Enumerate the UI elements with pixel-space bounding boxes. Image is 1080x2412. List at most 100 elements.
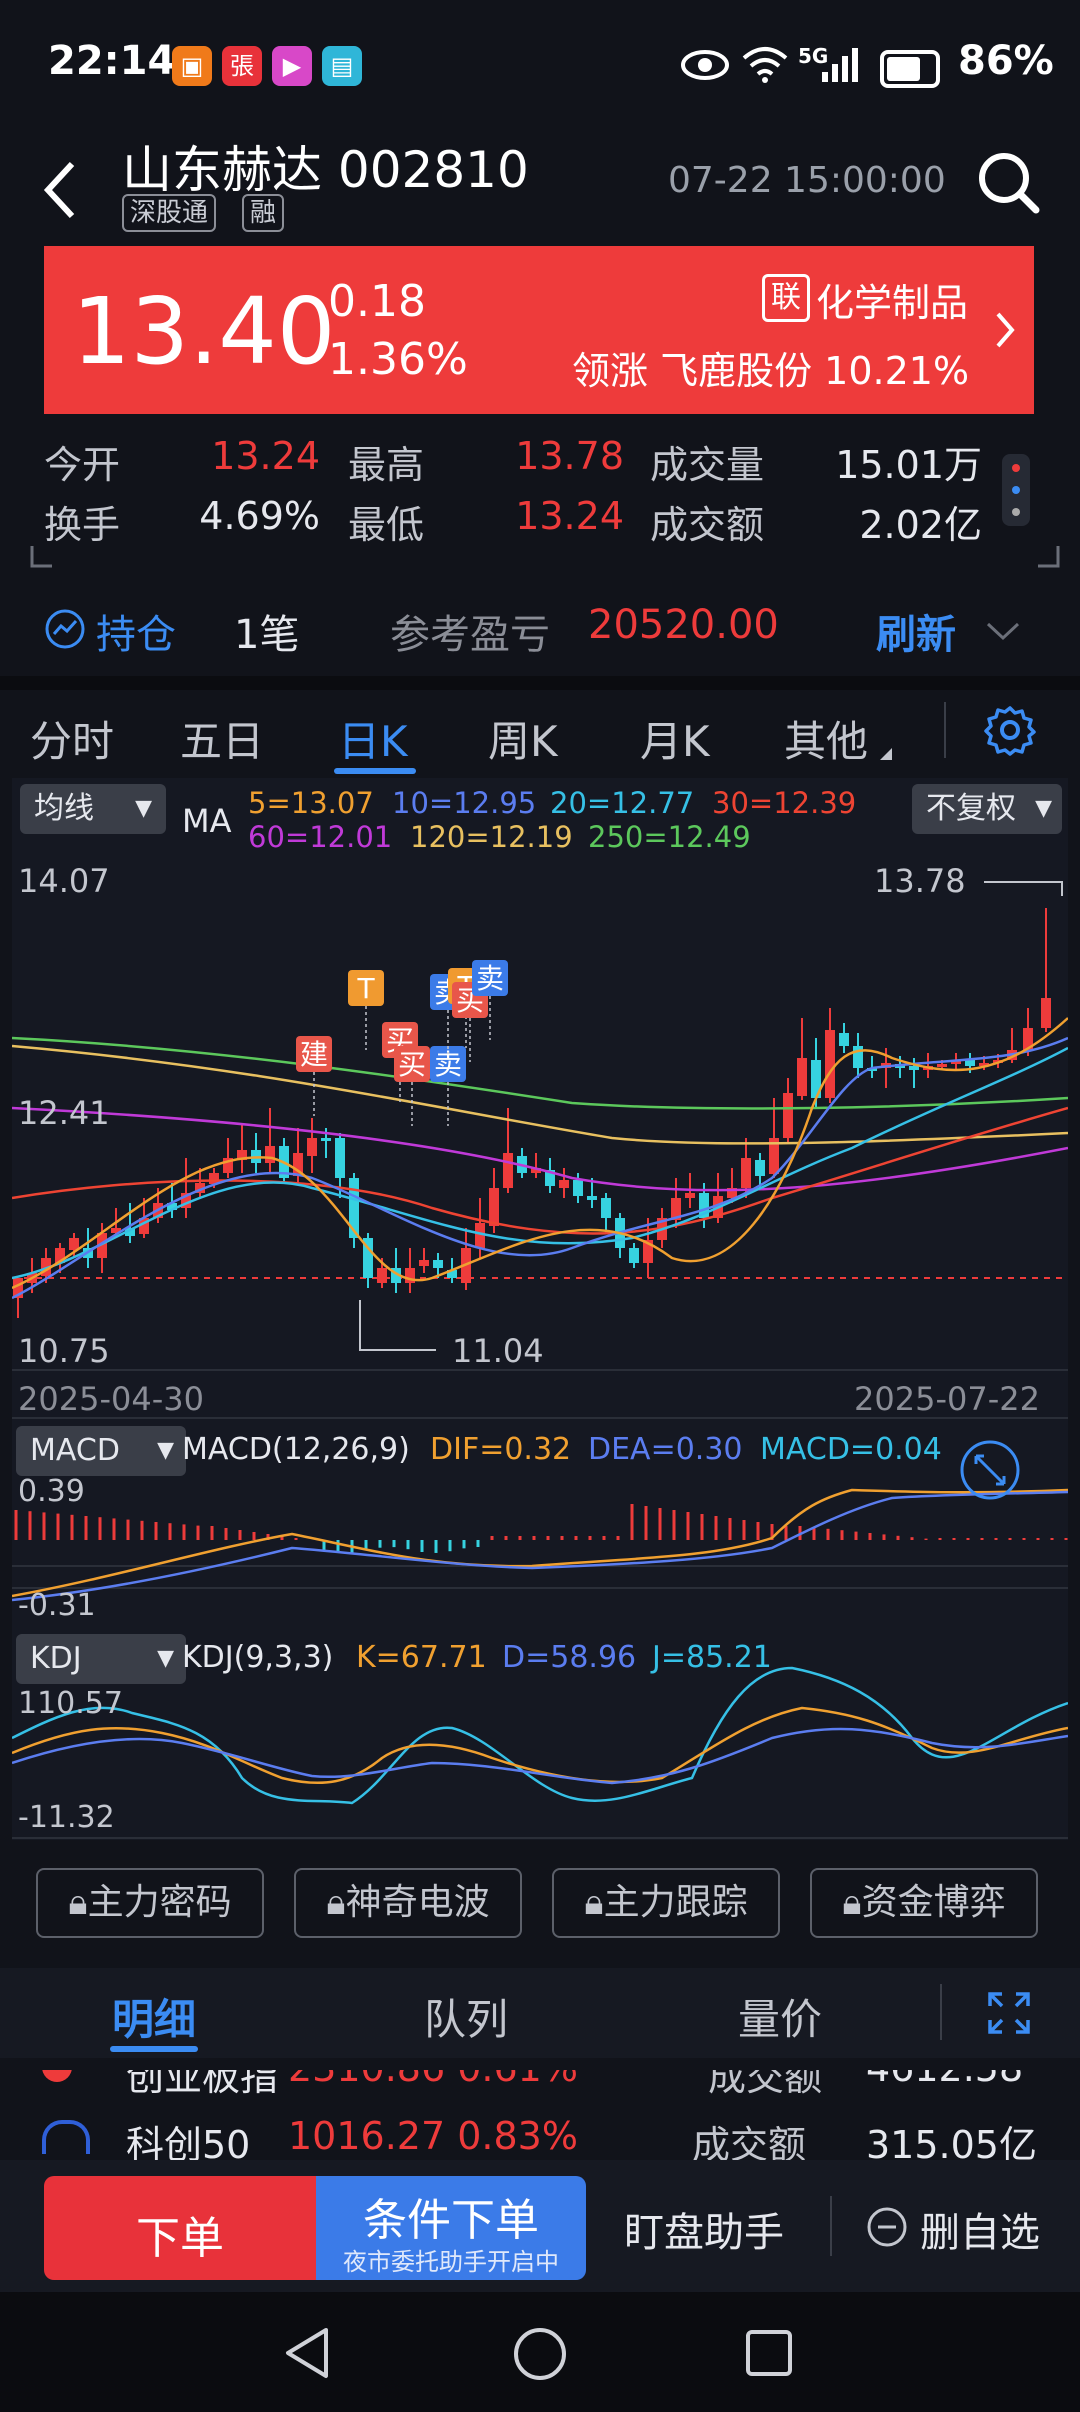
wifi-icon: [742, 47, 788, 83]
chevron-down-icon[interactable]: [986, 622, 1020, 642]
tool-main-force-tracking[interactable]: 🔒︎主力跟踪: [552, 1868, 780, 1938]
remove-watchlist-button[interactable]: 删自选: [920, 2200, 1040, 2258]
kdj-dropdown[interactable]: KDJ ▼: [16, 1634, 186, 1684]
cond-order-sub: 夜市委托助手开启中: [343, 2248, 559, 2276]
nav-recents-icon[interactable]: [744, 2328, 794, 2378]
trade-marker-label: T: [356, 972, 375, 1005]
more-dots-icon[interactable]: [1002, 454, 1030, 526]
ma20-line: [12, 1046, 1068, 1280]
macd-dropdown[interactable]: MACD ▼: [16, 1426, 186, 1476]
candle-body: [321, 1138, 331, 1141]
lock-icon: 🔒︎: [584, 1882, 604, 1923]
candle-body: [559, 1180, 569, 1188]
battery-percent: 86%: [958, 38, 1054, 84]
candle-body: [853, 1046, 863, 1068]
kdj-j: J=85.21: [652, 1640, 772, 1675]
pnl-label: 参考盈亏: [390, 612, 550, 658]
conditional-order-button[interactable]: 条件下单 夜市委托助手开启中: [316, 2176, 586, 2280]
expand-corners-icon[interactable]: [30, 544, 1060, 574]
monitor-button[interactable]: 盯盘助手: [624, 2200, 784, 2258]
chevron-right-icon[interactable]: [994, 310, 1016, 350]
period-tabs: 分时 五日 日K 周K 月K 其他: [0, 690, 1080, 778]
ma120-line: [12, 1044, 1068, 1145]
candle-body: [307, 1138, 317, 1156]
low-label: 11.04: [452, 1332, 544, 1370]
lock-icon: 🔒︎: [326, 1882, 346, 1923]
kdj-d-line: [12, 1727, 1068, 1785]
quote-time: 07-22 15:00:00: [668, 160, 946, 201]
price-change-pct: 1.36%: [328, 334, 468, 385]
quote-label: 成交额: [650, 503, 765, 547]
refresh-button[interactable]: 刷新: [876, 602, 956, 660]
date-end: 2025-07-22: [854, 1380, 1040, 1418]
tool-capital-game[interactable]: 🔒︎资金博弈: [810, 1868, 1038, 1938]
tab-intraday[interactable]: 分时: [30, 708, 114, 769]
pnl-value: 20520.00: [588, 602, 779, 648]
candle-body: [587, 1196, 597, 1200]
kdj-params: KDJ(9,3,3): [182, 1640, 334, 1675]
tab-weekly-k[interactable]: 周K: [488, 708, 558, 769]
kdj-d: D=58.96: [502, 1640, 637, 1675]
tab-detail[interactable]: 明细: [112, 1986, 196, 2047]
caret-down-icon: ▼: [157, 1646, 174, 1671]
tool-label: 主力密码: [87, 1882, 232, 1923]
battery-icon: [880, 50, 940, 88]
index-metric-value: 4612.58: [866, 2070, 1023, 2090]
tool-main-force-code[interactable]: 🔒︎主力密码: [36, 1868, 264, 1938]
candle-body: [629, 1248, 639, 1263]
nav-home-icon[interactable]: [512, 2326, 568, 2382]
trade-marker-label: 卖: [476, 962, 504, 995]
order-label: 下单: [136, 2213, 224, 2264]
quote-label: 成交量: [650, 443, 765, 487]
nav-back-icon[interactable]: [282, 2326, 332, 2380]
ma5-line: [12, 1017, 1068, 1290]
tag-shenzhen-connect: 深股通: [122, 194, 217, 232]
macd-dropdown-label: MACD: [30, 1433, 120, 1468]
position-label: 持仓: [96, 612, 176, 658]
index-name: 科创50: [126, 2123, 251, 2160]
search-icon[interactable]: [974, 148, 1044, 218]
index-ticker[interactable]: 创业板指 2310.86 0.61% 成交额 4612.58 科创50 1016…: [0, 2070, 1080, 2160]
tab-monthly-k[interactable]: 月K: [640, 708, 710, 769]
tab-queue[interactable]: 队列: [424, 1986, 508, 2047]
candle-body: [419, 1260, 429, 1266]
quote-value: 2.02亿: [859, 503, 982, 547]
macd-value: MACD=0.04: [760, 1432, 942, 1467]
status-bar: 22:14 ▣ 張 ▶ ▤ 5G 86%: [0, 0, 1080, 130]
candle-body: [937, 1064, 947, 1067]
fullscreen-icon[interactable]: [986, 1990, 1032, 2036]
index-metric: 成交额: [708, 2070, 823, 2099]
tool-magic-wave[interactable]: 🔒︎神奇电波: [294, 1868, 522, 1938]
zhang-icon: 張: [222, 46, 262, 86]
tab-other[interactable]: 其他: [784, 708, 868, 769]
back-arrow-icon[interactable]: [40, 160, 80, 220]
sector-leader[interactable]: 领涨 飞鹿股份 10.21%: [572, 340, 969, 395]
kdj-k: K=67.71: [356, 1640, 487, 1675]
macd-bottom: -0.31: [18, 1588, 96, 1623]
order-button[interactable]: 下单: [44, 2176, 316, 2280]
sector-link[interactable]: 化学制品: [816, 272, 968, 327]
y-axis-mid: 12.41: [18, 1094, 110, 1132]
kdj-top: 110.57: [18, 1686, 123, 1721]
date-start: 2025-04-30: [18, 1380, 204, 1418]
tab-volume-price[interactable]: 量价: [738, 1986, 822, 2047]
settings-gear-icon[interactable]: [984, 704, 1036, 756]
tab-daily-k[interactable]: 日K: [338, 708, 408, 769]
signal-icon: [822, 48, 858, 82]
candle-body: [335, 1138, 345, 1178]
dropdown-triangle-icon: [880, 748, 892, 760]
quote-value: 4.69%: [199, 494, 320, 538]
position-row[interactable]: 持仓 1笔 参考盈亏 20520.00 刷新: [0, 580, 1080, 680]
y-axis-top: 14.07: [18, 862, 110, 900]
quote-value: 13.24: [211, 434, 320, 478]
active-tab-indicator: [334, 768, 416, 774]
stock-title: 山东赫达 002810: [122, 141, 529, 199]
caret-down-icon: ▼: [157, 1438, 174, 1463]
candle-body: [783, 1093, 793, 1138]
candle-body: [825, 1030, 835, 1098]
divider: [940, 1984, 942, 2040]
cond-order-label: 条件下单: [363, 2195, 539, 2246]
kline-chart-panel[interactable]: 均线 ▼ MA 5=13.07 10=12.95 20=12.77 30=12.…: [12, 778, 1068, 1840]
tab-five-day[interactable]: 五日: [180, 708, 264, 769]
candle-body: [489, 1188, 499, 1226]
